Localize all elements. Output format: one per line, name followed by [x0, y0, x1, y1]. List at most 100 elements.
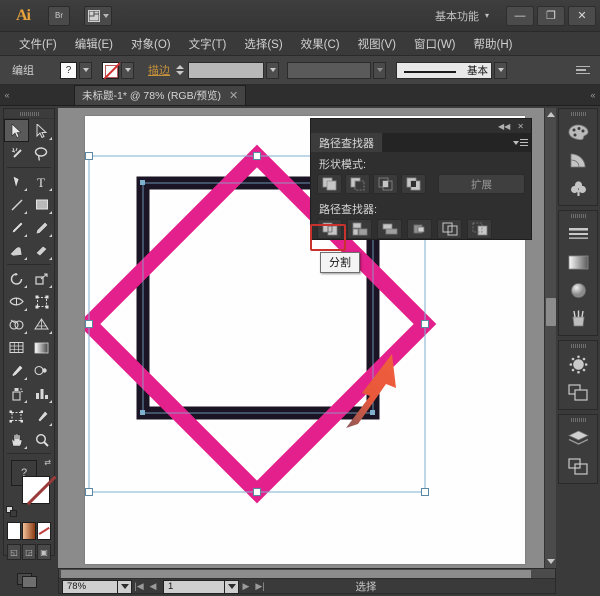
paintbrush-tool[interactable]: [4, 216, 29, 239]
opacity-dropdown-button[interactable]: [373, 61, 386, 79]
menu-object[interactable]: 对象(O): [122, 34, 180, 54]
stroke-panel-icon[interactable]: [559, 220, 597, 248]
crop-button[interactable]: [407, 219, 432, 239]
free-transform-tool[interactable]: [29, 290, 54, 313]
first-page-button[interactable]: |◀: [132, 581, 146, 592]
fill-dropdown-button[interactable]: [79, 61, 92, 79]
rotate-tool[interactable]: [4, 267, 29, 290]
slice-tool[interactable]: [29, 405, 54, 428]
fill-swatch[interactable]: [22, 476, 50, 504]
stroke-weight-combo[interactable]: [188, 61, 264, 79]
collapse-right-icon[interactable]: «: [586, 85, 600, 105]
previous-page-button[interactable]: ◀: [146, 581, 160, 592]
full-screen-menubar-button[interactable]: ◲: [22, 544, 36, 560]
layers-panel-icon[interactable]: [559, 424, 597, 452]
document-tab[interactable]: 未标题-1* @ 78% (RGB/预览) ✕: [74, 85, 247, 105]
stroke-weight-stepper[interactable]: [176, 62, 185, 79]
selection-tool[interactable]: [4, 119, 29, 142]
maximize-button[interactable]: ❐: [537, 5, 565, 26]
magic-wand-tool[interactable]: [4, 142, 29, 165]
zoom-level-dropdown-button[interactable]: [118, 579, 132, 594]
minus-back-button[interactable]: [467, 219, 492, 239]
opacity-combo[interactable]: [287, 61, 371, 79]
width-tool[interactable]: [4, 290, 29, 313]
eraser-tool[interactable]: [29, 239, 54, 262]
close-button[interactable]: ✕: [568, 5, 596, 26]
swap-fill-stroke-icon[interactable]: ⇄: [44, 458, 51, 467]
zoom-tool[interactable]: [29, 428, 54, 451]
fill-color-swatch[interactable]: ?: [60, 61, 77, 79]
gradient-panel-icon[interactable]: [559, 248, 597, 276]
divide-button[interactable]: [317, 219, 342, 239]
change-screen-mode-button[interactable]: [14, 570, 40, 590]
workspace-switcher[interactable]: 基本功能 ▾: [435, 8, 489, 24]
zoom-level-input[interactable]: 78%: [62, 579, 118, 594]
tab-pathfinder[interactable]: 路径查找器: [311, 133, 383, 152]
scroll-up-icon[interactable]: [547, 112, 555, 117]
default-fill-stroke-icon[interactable]: [6, 506, 18, 518]
line-segment-tool[interactable]: [4, 193, 29, 216]
minimize-button[interactable]: —: [506, 5, 534, 26]
trim-button[interactable]: [347, 219, 372, 239]
appearance-panel-icon[interactable]: [559, 350, 597, 378]
type-tool[interactable]: T: [29, 170, 54, 193]
close-panel-icon[interactable]: ✕: [517, 122, 524, 131]
stroke-weight-label[interactable]: 描边: [148, 62, 170, 78]
artboard-tool[interactable]: [4, 405, 29, 428]
canvas-vertical-scrollbar[interactable]: [544, 108, 556, 568]
toolbar-grip[interactable]: [4, 109, 54, 119]
outline-button[interactable]: [437, 219, 462, 239]
collapse-panel-icon[interactable]: ◀◀: [498, 122, 510, 131]
brushes-panel-icon[interactable]: [559, 304, 597, 332]
rectangle-tool[interactable]: [29, 193, 54, 216]
lasso-tool[interactable]: [29, 142, 54, 165]
color-guide-panel-icon[interactable]: [559, 146, 597, 174]
close-icon[interactable]: ✕: [229, 89, 238, 102]
blob-brush-tool[interactable]: [4, 239, 29, 262]
bridge-button[interactable]: Br: [48, 5, 70, 26]
menu-view[interactable]: 视图(V): [349, 34, 405, 54]
color-mode-button[interactable]: [7, 522, 21, 540]
last-page-button[interactable]: ▶|: [253, 581, 267, 592]
menu-help[interactable]: 帮助(H): [465, 34, 522, 54]
shape-builder-tool[interactable]: [4, 313, 29, 336]
scroll-down-icon[interactable]: [547, 559, 555, 564]
exclude-button[interactable]: [401, 174, 426, 194]
pen-tool[interactable]: [4, 170, 29, 193]
gradient-tool[interactable]: [29, 336, 54, 359]
full-screen-mode-button[interactable]: ▣: [37, 544, 51, 560]
menu-effect[interactable]: 效果(C): [292, 34, 349, 54]
color-panel-icon[interactable]: [559, 118, 597, 146]
status-text[interactable]: 选择: [267, 579, 465, 594]
pencil-tool[interactable]: [29, 216, 54, 239]
stroke-dropdown-button[interactable]: [121, 61, 134, 79]
menu-select[interactable]: 选择(S): [235, 34, 291, 54]
dock-grip[interactable]: [559, 341, 597, 350]
direct-selection-tool[interactable]: [29, 119, 54, 142]
column-graph-tool[interactable]: [29, 382, 54, 405]
pathfinder-panel-menu-button[interactable]: [509, 133, 531, 152]
dock-grip[interactable]: [559, 211, 597, 220]
graphic-styles-panel-icon[interactable]: [559, 378, 597, 406]
collapse-left-icon[interactable]: «: [0, 85, 14, 105]
next-page-button[interactable]: ▶: [239, 581, 253, 592]
normal-screen-mode-button[interactable]: ◱: [7, 544, 21, 560]
menu-type[interactable]: 文字(T): [180, 34, 236, 54]
stroke-color-swatch[interactable]: [102, 61, 119, 79]
panel-menu-icon[interactable]: [576, 63, 590, 77]
none-mode-button[interactable]: [37, 522, 51, 540]
eyedropper-tool[interactable]: [4, 359, 29, 382]
page-dropdown-button[interactable]: [225, 579, 239, 594]
stroke-weight-dropdown-button[interactable]: [266, 61, 279, 79]
scrollbar-thumb[interactable]: [546, 298, 556, 326]
scale-tool[interactable]: [29, 267, 54, 290]
arrange-documents-button[interactable]: [84, 5, 112, 26]
mesh-tool[interactable]: [4, 336, 29, 359]
expand-button[interactable]: 扩展: [438, 174, 525, 194]
artboards-panel-icon[interactable]: [559, 452, 597, 480]
stroke-profile-combo[interactable]: 基本: [396, 61, 492, 79]
page-number-input[interactable]: 1: [163, 579, 225, 594]
unite-button[interactable]: [317, 174, 342, 194]
hand-tool[interactable]: [4, 428, 29, 451]
stroke-profile-dropdown-button[interactable]: [494, 61, 507, 79]
